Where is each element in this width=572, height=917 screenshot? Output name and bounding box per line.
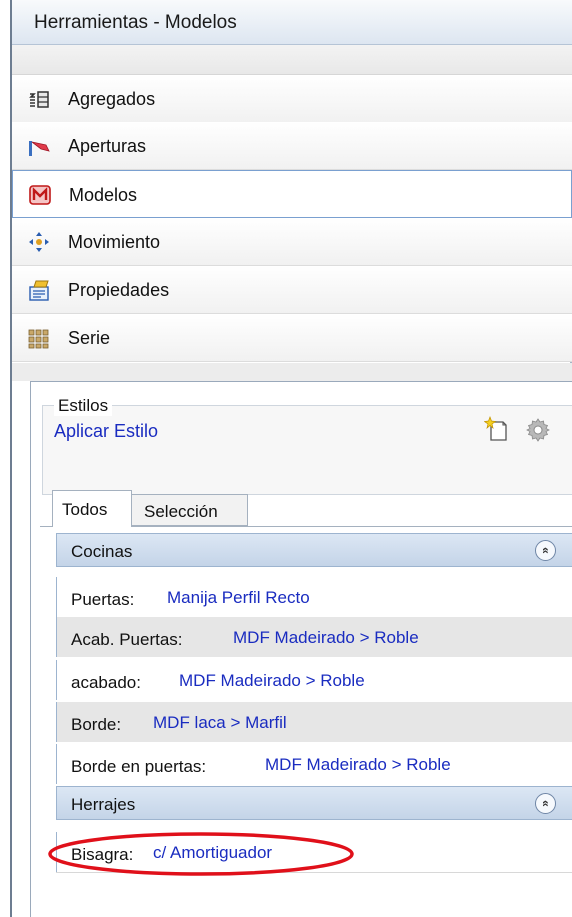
- collapse-icon[interactable]: «: [535, 540, 556, 561]
- nav-item-movimiento[interactable]: Movimiento: [12, 218, 572, 266]
- property-value[interactable]: MDF Madeirado > Roble: [265, 755, 451, 775]
- property-name: acabado:: [71, 673, 141, 692]
- property-row-borde-en-puertas[interactable]: Borde en puertas: MDF Madeirado > Roble: [56, 744, 572, 784]
- nav-item-label: Serie: [68, 328, 111, 348]
- nav-item-propiedades[interactable]: Propiedades: [12, 266, 572, 314]
- category-header-cocinas[interactable]: Cocinas «: [56, 533, 572, 567]
- category-title: Herrajes: [71, 795, 136, 814]
- property-row-acab-puertas[interactable]: Acab. Puertas: MDF Madeirado > Roble: [56, 617, 572, 657]
- panel-title: Herramientas - Modelos: [34, 12, 237, 33]
- property-value[interactable]: Manija Perfil Recto: [167, 588, 310, 608]
- category-header-herrajes[interactable]: Herrajes «: [56, 786, 572, 820]
- openings-icon: [29, 141, 50, 156]
- collapse-icon[interactable]: «: [535, 793, 556, 814]
- property-value[interactable]: MDF Madeirado > Roble: [233, 628, 419, 648]
- tab-seleccion[interactable]: Selección: [132, 494, 248, 526]
- nav-item-label: Agregados: [68, 89, 156, 109]
- nav-item-label: Modelos: [69, 185, 138, 205]
- series-icon: [28, 329, 49, 349]
- models-icon: [29, 185, 51, 205]
- apply-style-link[interactable]: Aplicar Estilo: [54, 421, 158, 442]
- nav-item-modelos[interactable]: Modelos: [12, 170, 572, 218]
- tab-todos[interactable]: Todos: [52, 490, 132, 527]
- property-value[interactable]: MDF laca > Marfil: [153, 713, 287, 733]
- new-style-icon[interactable]: [484, 416, 508, 442]
- aggregates-icon: [29, 91, 49, 108]
- property-row-puertas[interactable]: Puertas: Manija Perfil Recto: [56, 577, 572, 617]
- styles-group-title: Estilos: [54, 396, 113, 416]
- category-title: Cocinas: [71, 542, 133, 561]
- nav-item-label: Movimiento: [68, 232, 161, 252]
- nav-separator: [12, 363, 572, 381]
- property-row-acabado[interactable]: acabado: MDF Madeirado > Roble: [56, 660, 572, 700]
- nav-item-aperturas[interactable]: Aperturas: [12, 122, 572, 170]
- nav-item-serie[interactable]: Serie: [12, 314, 572, 362]
- tab-label: Selección: [144, 502, 218, 521]
- property-name: Borde en puertas:: [71, 757, 207, 776]
- nav-item-label: Aperturas: [68, 136, 147, 156]
- nav-item-agregados[interactable]: Agregados: [12, 75, 572, 123]
- property-name: Borde:: [71, 715, 122, 734]
- tools-panel: Herramientas - Modelos Agregados Apertur…: [0, 0, 572, 917]
- property-row-borde[interactable]: Borde: MDF laca > Marfil: [56, 702, 572, 742]
- gear-icon[interactable]: [526, 418, 550, 442]
- nav-item-label: Propiedades: [68, 280, 170, 300]
- panel-titlebar: Herramientas - Modelos: [12, 0, 572, 45]
- property-name: Acab. Puertas:: [71, 630, 183, 649]
- property-name: Puertas:: [71, 590, 135, 609]
- move-icon: [29, 232, 49, 252]
- highlight-circle: [48, 832, 354, 876]
- title-gap: [12, 45, 572, 75]
- tab-label: Todos: [62, 500, 108, 519]
- property-value[interactable]: MDF Madeirado > Roble: [179, 671, 365, 691]
- properties-icon: [29, 280, 49, 301]
